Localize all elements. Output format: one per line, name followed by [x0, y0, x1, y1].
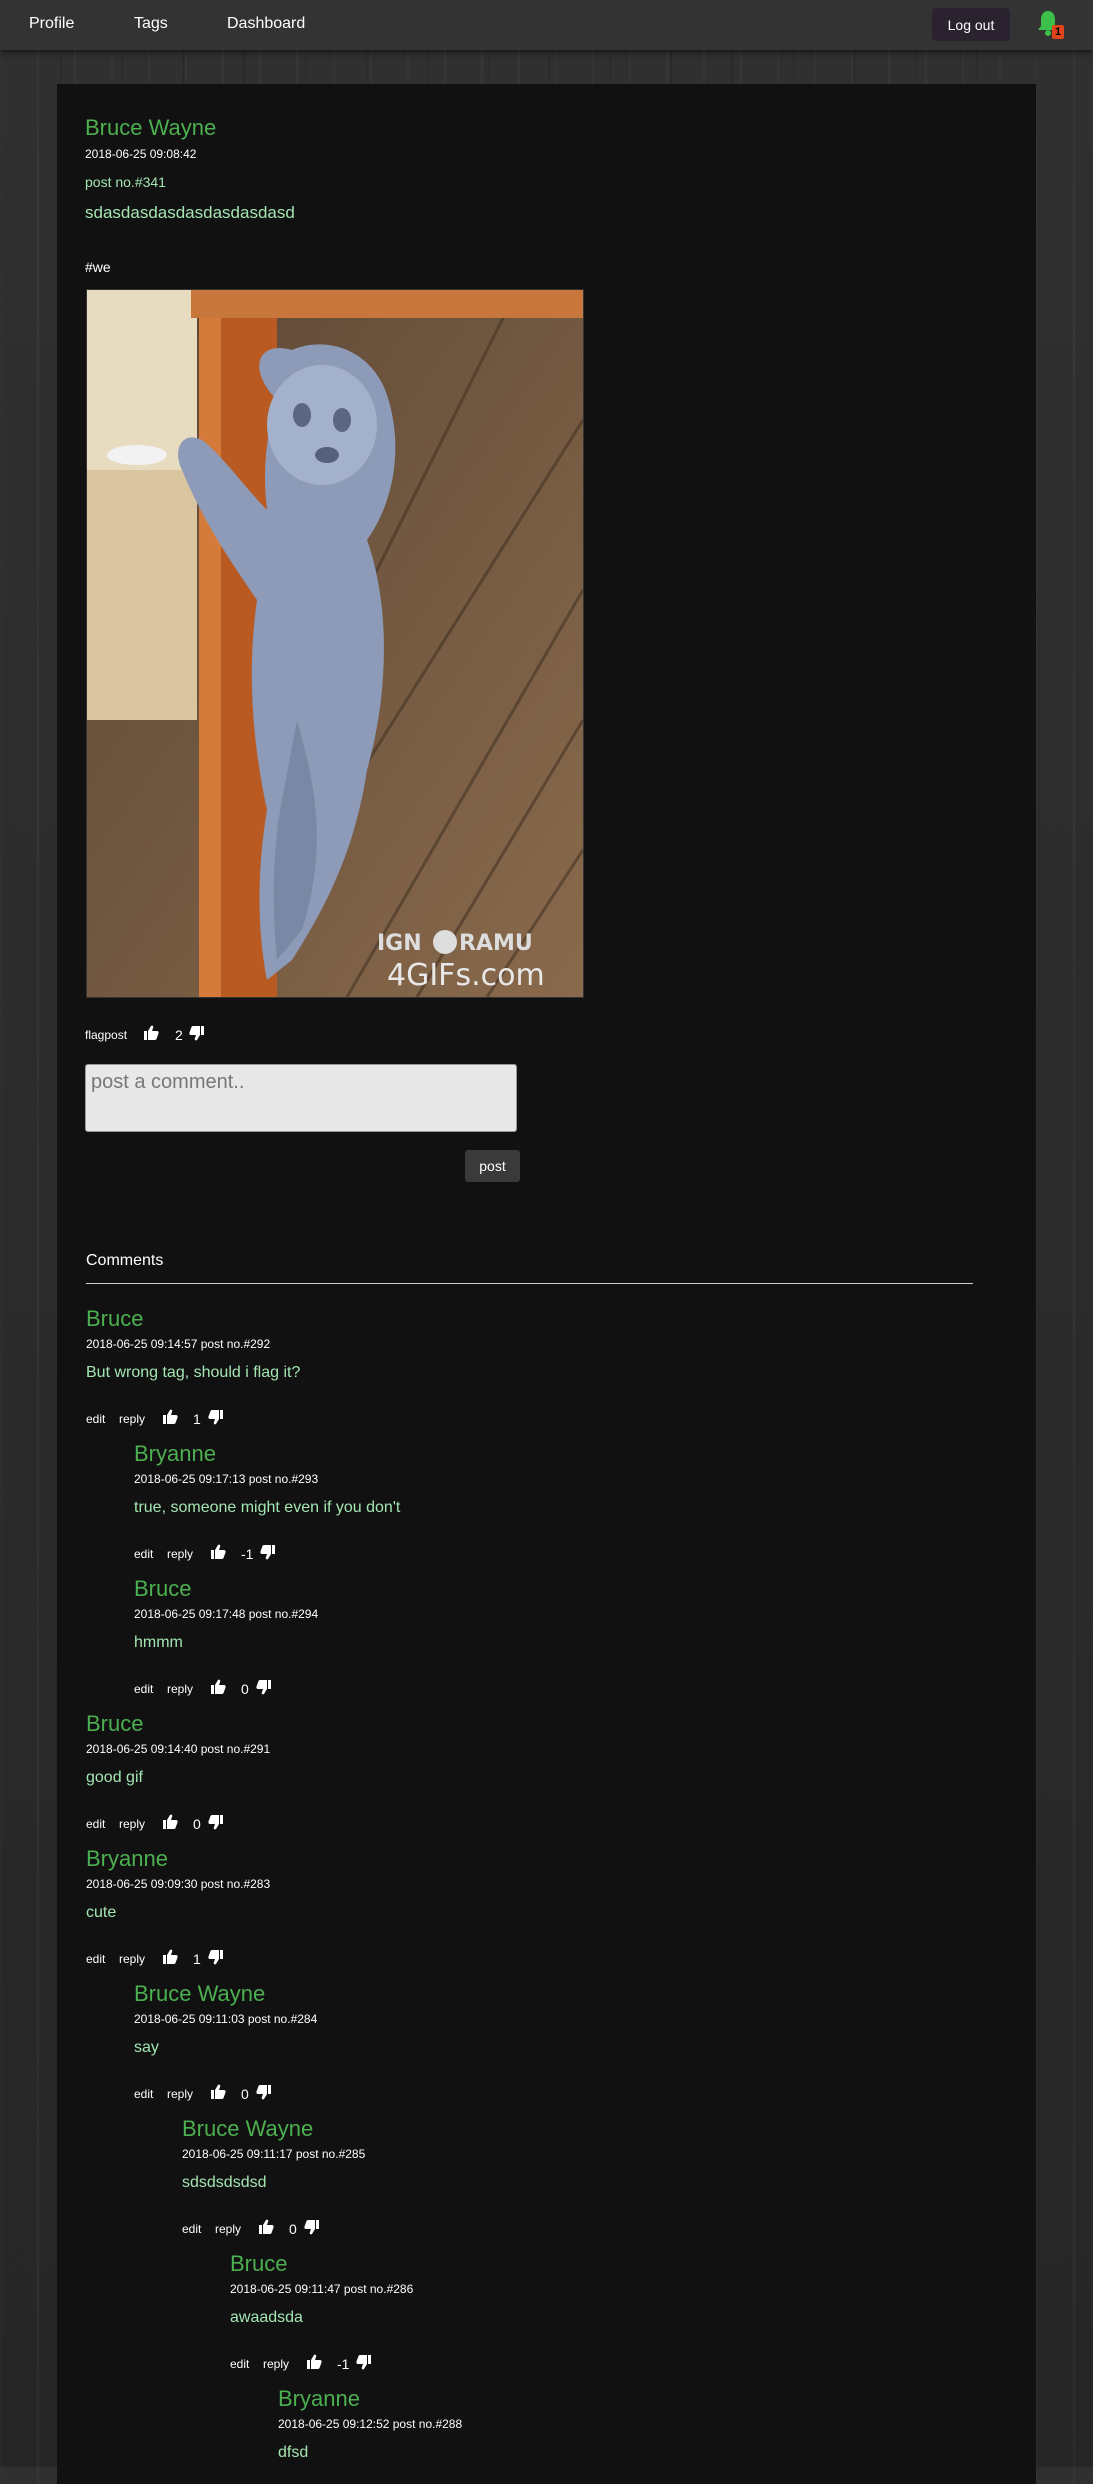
top-navbar: Profile Tags Dashboard Log out 1 — [0, 0, 1093, 50]
post-score: 2 — [175, 1027, 183, 1043]
comment-text: cute — [86, 1904, 117, 1921]
thumbs-up-icon[interactable] — [162, 1949, 178, 1964]
comment-score: 1 — [193, 1411, 201, 1427]
comment-meta: 2018-06-25 09:11:17 post no.#285 — [182, 2147, 366, 2161]
comment-author[interactable]: Bruce — [230, 2251, 287, 2277]
post-tag[interactable]: #we — [85, 259, 111, 275]
thumbs-up-icon[interactable] — [210, 1544, 226, 1559]
comments-divider — [86, 1283, 973, 1284]
thumbs-down-icon[interactable] — [189, 1026, 205, 1041]
comment-text: true, someone might even if you don't — [134, 1499, 401, 1516]
comment-author[interactable]: Bruce Wayne — [182, 2116, 313, 2142]
comment-meta: 2018-06-25 09:17:13 post no.#293 — [134, 1472, 319, 1486]
comment-text: But wrong tag, should i flag it? — [86, 1364, 301, 1381]
comment-text: hmmm — [134, 1634, 183, 1651]
comment-score: 0 — [241, 2086, 249, 2102]
thumbs-down-icon[interactable] — [356, 2355, 372, 2370]
comment-edit-link[interactable]: edit — [86, 1817, 105, 1831]
comment-author[interactable]: Bruce — [86, 1306, 143, 1332]
comment-meta: 2018-06-25 09:14:57 post no.#292 — [86, 1337, 271, 1351]
comment-author[interactable]: Bryanne — [86, 1846, 168, 1872]
comment-reply-link[interactable]: reply — [119, 1952, 145, 1966]
post-gif-image: IGN RAMU 4GIFs.com — [86, 289, 584, 998]
comment-input[interactable] — [85, 1064, 517, 1132]
comment-reply-link[interactable]: reply — [263, 2357, 289, 2371]
comment-author[interactable]: Bryanne — [278, 2386, 360, 2412]
thumbs-up-icon[interactable] — [162, 1409, 178, 1424]
nav-tags-link[interactable]: Tags — [134, 15, 168, 33]
comment-edit-link[interactable]: edit — [134, 2087, 153, 2101]
nav-dashboard-link[interactable]: Dashboard — [227, 15, 305, 33]
comment-author[interactable]: Bruce Wayne — [134, 1981, 265, 2007]
comment-text: good gif — [86, 1769, 143, 1786]
thumbs-down-icon[interactable] — [304, 2220, 320, 2235]
comment-edit-link[interactable]: edit — [134, 1682, 153, 1696]
notification-count-badge: 1 — [1052, 25, 1065, 39]
comment-text: dfsd — [278, 2444, 309, 2461]
post-body: sdasdasdasdasdasdasdasd — [85, 203, 295, 222]
comment-meta: 2018-06-25 09:11:03 post no.#284 — [134, 2012, 318, 2026]
comment-reply-link[interactable]: reply — [167, 2087, 193, 2101]
comment-meta: 2018-06-25 09:09:30 post no.#283 — [86, 1877, 271, 1891]
comment-reply-link[interactable]: reply — [119, 1817, 145, 1831]
comment-score: 0 — [289, 2221, 297, 2237]
thumbs-up-icon[interactable] — [210, 1679, 226, 1694]
post-comment-button[interactable]: post — [465, 1150, 520, 1182]
comment-text: say — [134, 2039, 159, 2056]
comment-reply-link[interactable]: reply — [167, 1547, 193, 1561]
post-author[interactable]: Bruce Wayne — [85, 115, 216, 141]
comment-reply-link[interactable]: reply — [215, 2222, 241, 2236]
comment-reply-link[interactable]: reply — [167, 1682, 193, 1696]
svg-text:RAMU: RAMU — [459, 931, 533, 956]
comment-author[interactable]: Bruce — [134, 1576, 191, 1602]
comment-reply-link[interactable]: reply — [119, 1412, 145, 1426]
thumbs-down-icon[interactable] — [256, 2085, 272, 2100]
comment-meta: 2018-06-25 09:17:48 post no.#294 — [134, 1607, 319, 1621]
svg-text:4GIFs.com: 4GIFs.com — [387, 958, 545, 993]
comment-author[interactable]: Bruce — [86, 1711, 143, 1737]
comments-heading: Comments — [86, 1252, 164, 1269]
thumbs-up-icon[interactable] — [210, 2084, 226, 2099]
comment-edit-link[interactable]: edit — [230, 2357, 249, 2371]
post-timestamp: 2018-06-25 09:08:42 — [85, 147, 197, 161]
thumbs-down-icon[interactable] — [208, 1950, 224, 1965]
comment-score: 0 — [193, 1816, 201, 1832]
comment-edit-link[interactable]: edit — [86, 1412, 105, 1426]
svg-text:IGN: IGN — [377, 931, 422, 956]
comment-score: -1 — [241, 1546, 254, 1562]
comment-edit-link[interactable]: edit — [86, 1952, 105, 1966]
thumbs-down-icon[interactable] — [208, 1815, 224, 1830]
thumbs-up-icon[interactable] — [258, 2219, 274, 2234]
comment-meta: 2018-06-25 09:14:40 post no.#291 — [86, 1742, 271, 1756]
flag-post-link[interactable]: flagpost — [85, 1028, 127, 1042]
comment-text: awaadsda — [230, 2309, 303, 2326]
comment-edit-link[interactable]: edit — [134, 1547, 153, 1561]
thumbs-down-icon[interactable] — [208, 1410, 224, 1425]
thumbs-up-icon[interactable] — [162, 1814, 178, 1829]
thumbs-down-icon[interactable] — [260, 1545, 276, 1560]
comment-meta: 2018-06-25 09:11:47 post no.#286 — [230, 2282, 414, 2296]
comment-score: 1 — [193, 1951, 201, 1967]
nav-profile-link[interactable]: Profile — [29, 15, 74, 33]
thumbs-down-icon[interactable] — [256, 1680, 272, 1695]
comment-edit-link[interactable]: edit — [182, 2222, 201, 2236]
comment-text: sdsdsdsdsd — [182, 2174, 267, 2191]
thumbs-up-icon[interactable] — [306, 2354, 322, 2369]
comment-author[interactable]: Bryanne — [134, 1441, 216, 1467]
comment-score: 0 — [241, 1681, 249, 1697]
logout-button[interactable]: Log out — [932, 8, 1010, 41]
comment-score: -1 — [337, 2356, 350, 2372]
comment-meta: 2018-06-25 09:12:52 post no.#288 — [278, 2417, 463, 2431]
post-number: post no.#341 — [85, 174, 166, 190]
thumbs-up-icon[interactable] — [143, 1025, 159, 1040]
